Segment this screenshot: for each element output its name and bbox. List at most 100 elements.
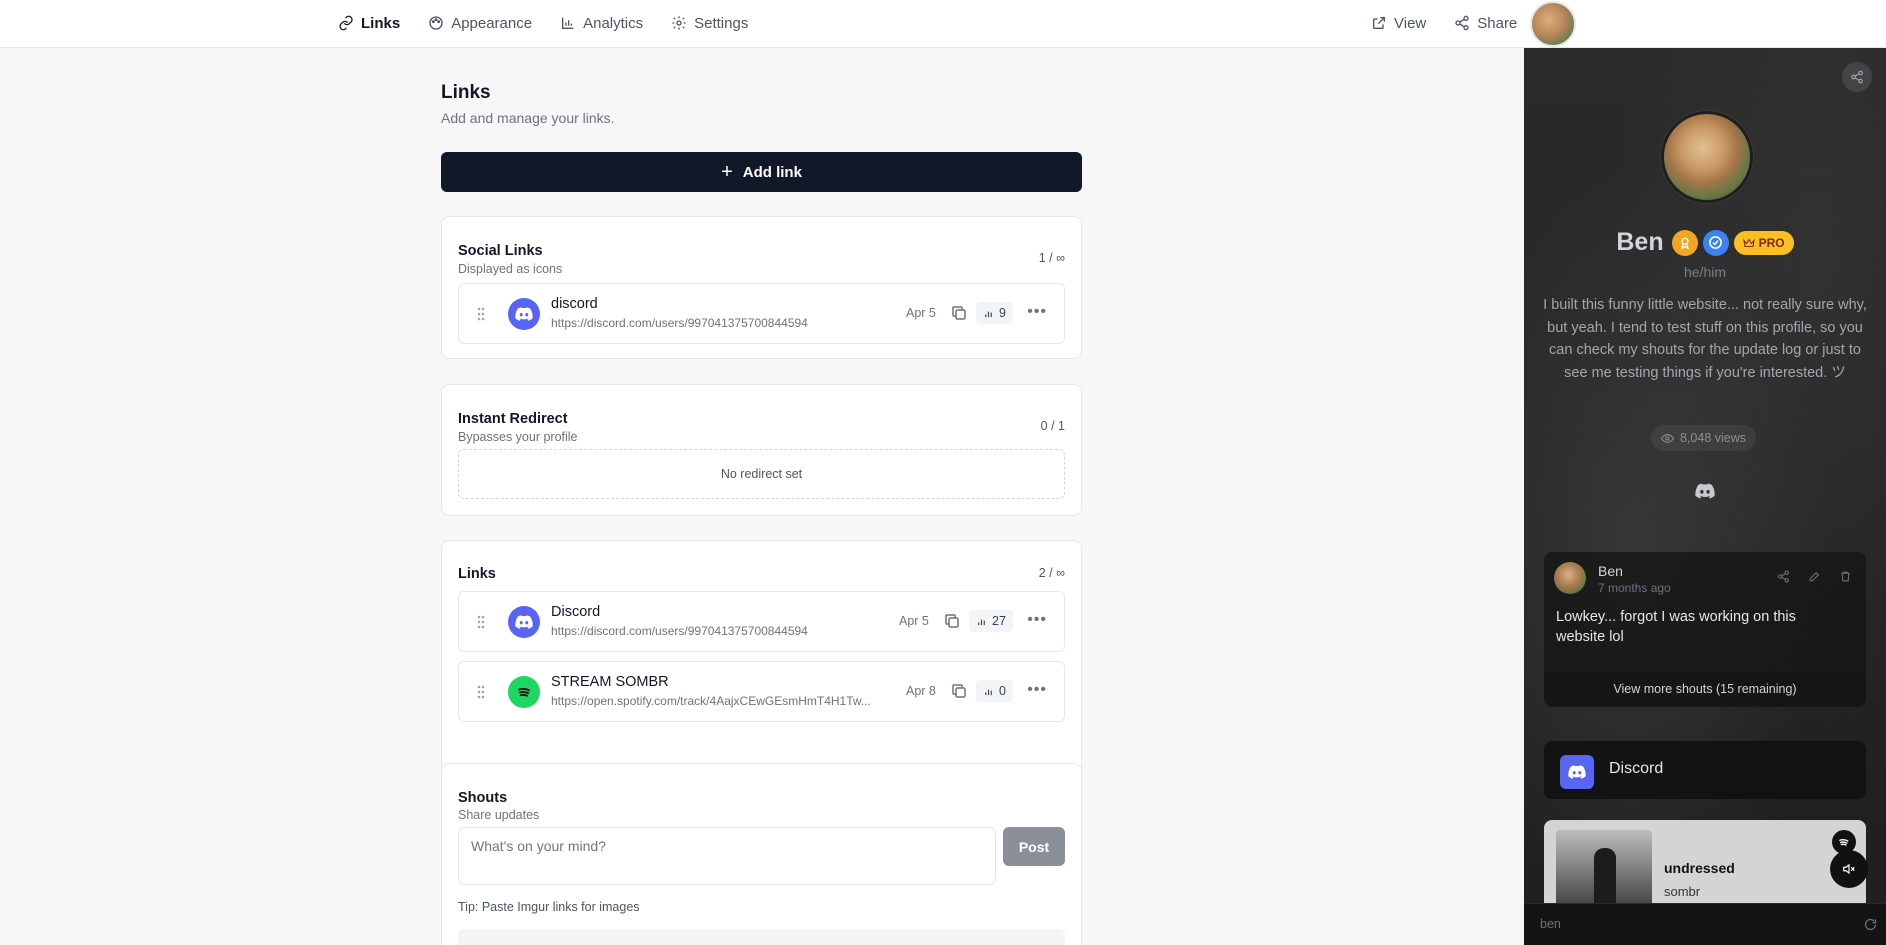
- links-card: Links 2 / ∞ Discord https://discord.com/…: [441, 540, 1082, 785]
- tab-links[interactable]: Links: [338, 15, 400, 32]
- share-label: Share: [1477, 14, 1518, 32]
- view-more-shouts-button[interactable]: View more shouts (15 remaining): [1544, 672, 1866, 706]
- shout-text: Lowkey... forgot I was working on this w…: [1556, 609, 1796, 645]
- profile-bio: I built this funny little website... not…: [1543, 297, 1867, 381]
- more-options-icon[interactable]: •••: [1027, 303, 1047, 321]
- links-title: Links: [458, 566, 496, 582]
- top-nav: Links Appearance Analytics Settings View…: [0, 0, 1886, 48]
- click-count: 0: [999, 684, 1006, 698]
- link-row[interactable]: STREAM SOMBR https://open.spotify.com/tr…: [458, 661, 1065, 722]
- external-link-icon: [1373, 17, 1385, 29]
- link-row[interactable]: Discord https://discord.com/users/997041…: [458, 591, 1065, 652]
- tab-links-label: Links: [361, 14, 401, 32]
- profile-name: Ben: [1616, 228, 1664, 256]
- empty-text: No redirect set: [720, 467, 803, 481]
- click-count-badge[interactable]: 0: [976, 680, 1013, 702]
- tab-settings[interactable]: Settings: [671, 15, 748, 32]
- redirect-empty-state[interactable]: No redirect set: [458, 449, 1065, 499]
- spotify-embed[interactable]: undressed sombr: [1544, 820, 1866, 910]
- post-label: Post: [1018, 838, 1050, 855]
- bar-chart-icon: [562, 17, 574, 29]
- links-count: 2 / ∞: [1038, 566, 1065, 580]
- verified-badge-icon: [1702, 229, 1729, 256]
- user-avatar[interactable]: [1530, 1, 1576, 47]
- link-date: Apr 5: [906, 306, 936, 320]
- link-url: https://discord.com/users/99704137570084…: [551, 624, 808, 638]
- view-more-shouts-label: View more shouts (15 remaining): [1613, 682, 1797, 696]
- shout-author: Ben: [1598, 563, 1623, 579]
- instant-redirect-card: Instant Redirect Bypasses your profile 0…: [441, 384, 1082, 516]
- social-links-count: 1 / ∞: [1038, 251, 1065, 265]
- preview-discord-label: Discord: [1609, 760, 1664, 777]
- eye-icon: [1661, 433, 1674, 443]
- copy-icon[interactable]: [950, 304, 968, 322]
- instant-redirect-title: Instant Redirect: [458, 411, 568, 427]
- palette-icon: [429, 16, 443, 30]
- bar-chart-icon: [978, 619, 985, 625]
- profile-avatar: [1661, 111, 1753, 203]
- share-button[interactable]: Share: [1454, 15, 1517, 32]
- link-row[interactable]: discord https://discord.com/users/997041…: [458, 283, 1065, 344]
- pro-label: PRO: [1758, 235, 1785, 250]
- mute-icon[interactable]: [1830, 850, 1868, 888]
- edit-icon[interactable]: [1808, 570, 1821, 583]
- page-subtitle: Add and manage your links.: [441, 110, 615, 126]
- copy-icon[interactable]: [950, 682, 968, 700]
- click-count-badge[interactable]: 27: [969, 610, 1013, 632]
- instant-redirect-count: 0 / 1: [1040, 419, 1065, 433]
- track-artist: sombr: [1664, 884, 1701, 899]
- more-options-icon[interactable]: •••: [1027, 611, 1047, 629]
- shout-tip: Tip: Paste Imgur links for images: [458, 900, 640, 914]
- preview-discord-link[interactable]: Discord: [1544, 741, 1866, 799]
- profile-views: 8,048 views: [1651, 425, 1757, 451]
- copy-icon[interactable]: [943, 612, 961, 630]
- tab-appearance-label: Appearance: [451, 14, 533, 32]
- shout-list-start: [458, 929, 1065, 945]
- bar-chart-icon: [985, 311, 992, 317]
- social-links-title: Social Links: [458, 243, 543, 259]
- bar-chart-icon: [985, 689, 992, 695]
- discord-icon[interactable]: [1695, 482, 1715, 500]
- album-art: [1556, 830, 1652, 910]
- link-name: discord: [551, 296, 598, 312]
- shout-input[interactable]: [458, 827, 996, 885]
- trash-icon[interactable]: [1839, 570, 1852, 583]
- discord-icon: [508, 606, 540, 638]
- preview-url: ben: [1540, 917, 1561, 931]
- drag-handle-icon[interactable]: [477, 685, 485, 699]
- tab-appearance[interactable]: Appearance: [428, 15, 532, 32]
- preview-share-button[interactable]: [1842, 62, 1872, 92]
- more-options-icon[interactable]: •••: [1027, 681, 1047, 699]
- drag-handle-icon[interactable]: [477, 307, 485, 321]
- drag-handle-icon[interactable]: [477, 615, 485, 629]
- share-icon: [1455, 15, 1469, 31]
- profile-name-row: Ben PRO: [1524, 228, 1886, 257]
- nav-tabs: Links Appearance Analytics Settings: [338, 0, 748, 46]
- views-count: 8,048 views: [1680, 431, 1747, 445]
- pro-badge: PRO: [1733, 230, 1794, 255]
- shout-avatar: [1554, 562, 1586, 594]
- click-count-badge[interactable]: 9: [976, 302, 1013, 324]
- refresh-icon[interactable]: [1863, 917, 1878, 932]
- share-icon[interactable]: [1777, 570, 1790, 583]
- view-button[interactable]: View: [1371, 15, 1426, 32]
- plus-icon: +: [721, 161, 733, 183]
- post-button[interactable]: Post: [1003, 827, 1065, 866]
- profile-preview-panel: Ben PRO he/him I built this funny little…: [1524, 48, 1886, 945]
- discord-icon: [508, 298, 540, 330]
- page-title: Links: [441, 82, 491, 103]
- crown-icon: [1742, 237, 1755, 247]
- add-link-button[interactable]: + Add link: [441, 152, 1082, 192]
- link-name: STREAM SOMBR: [551, 674, 669, 690]
- gear-icon: [672, 16, 686, 30]
- shouts-title: Shouts: [458, 790, 508, 806]
- discord-icon: [1560, 755, 1594, 789]
- click-count: 27: [992, 614, 1006, 628]
- tab-analytics[interactable]: Analytics: [560, 15, 643, 32]
- tab-analytics-label: Analytics: [583, 14, 644, 32]
- shout-time: 7 months ago: [1598, 581, 1671, 595]
- track-title: undressed: [1664, 860, 1735, 876]
- link-url: https://open.spotify.com/track/4AajxCEwG…: [551, 694, 871, 708]
- nav-actions: View Share: [1371, 0, 1517, 46]
- award-badge-icon: [1671, 229, 1698, 256]
